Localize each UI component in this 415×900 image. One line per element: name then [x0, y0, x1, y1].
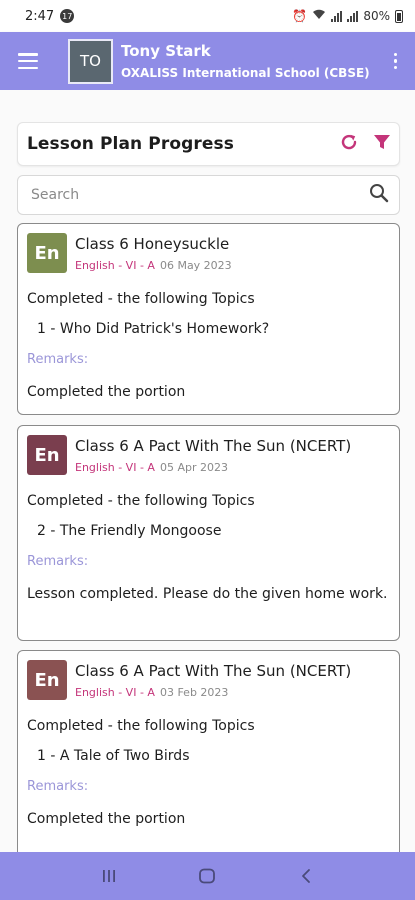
completed-label: Completed - the following Topics	[27, 493, 255, 509]
completed-label: Completed - the following Topics	[27, 291, 255, 307]
class-name: Class 6 A Pact With The Sun (NCERT)	[75, 662, 352, 680]
remarks-label: Remarks:	[27, 554, 89, 569]
subject-label: English - VI - A	[75, 461, 155, 474]
user-name: Tony Stark	[121, 42, 211, 60]
notification-count-badge: 17	[60, 9, 75, 23]
school-name: OXALISS International School (CBSE)	[121, 66, 370, 80]
refresh-icon[interactable]	[339, 132, 359, 156]
completed-label: Completed - the following Topics	[27, 718, 255, 734]
remarks-text: Completed the portion	[27, 811, 186, 827]
avatar[interactable]: TO	[68, 38, 113, 84]
remarks-text: Completed the portion	[27, 384, 186, 400]
lesson-date: 03 Feb 2023	[159, 686, 229, 699]
remarks-text: Lesson completed. Please do the given ho…	[27, 586, 388, 602]
filter-icon[interactable]	[373, 133, 391, 155]
remarks-label: Remarks:	[27, 352, 89, 367]
class-name: Class 6 Honeysuckle	[75, 235, 230, 253]
subject-label: English - VI - A	[75, 259, 155, 272]
wifi-icon	[312, 9, 326, 23]
lesson-date: 06 May 2023	[159, 259, 232, 272]
lesson-card[interactable]: En Class 6 Honeysuckle English - VI - A 0…	[17, 223, 400, 415]
lesson-card[interactable]: En Class 6 A Pact With The Sun (NCERT) E…	[17, 425, 400, 641]
battery-percentage: 80%	[363, 9, 390, 23]
recent-apps-icon[interactable]	[89, 861, 129, 891]
title-card: Lesson Plan Progress	[17, 122, 400, 166]
lesson-date: 05 Apr 2023	[159, 461, 228, 474]
search-icon[interactable]	[369, 183, 389, 207]
app-bar: TO Tony Stark OXALISS International Scho…	[0, 32, 415, 90]
topic-item: 1 - Who Did Patrick's Homework?	[37, 321, 270, 337]
more-options-icon[interactable]	[390, 49, 402, 74]
main-content: Lesson Plan Progress Search En Class 6 H…	[0, 90, 415, 852]
back-icon[interactable]	[286, 861, 326, 891]
alarm-icon: ⏰	[292, 9, 308, 23]
class-name: Class 6 A Pact With The Sun (NCERT)	[75, 437, 352, 455]
menu-icon[interactable]	[18, 53, 38, 69]
home-icon[interactable]	[187, 861, 227, 891]
user-info: Tony Stark OXALISS International School …	[121, 42, 370, 80]
search-input[interactable]	[31, 187, 369, 203]
status-bar: 2:47 17 ⏰ 80%	[0, 0, 415, 32]
search-box	[17, 175, 400, 215]
topic-item: 1 - A Tale of Two Birds	[37, 748, 190, 764]
lesson-card[interactable]: En Class 6 A Pact With The Sun (NCERT) E…	[17, 650, 400, 852]
signal-icon	[331, 10, 343, 22]
status-time: 2:47	[25, 8, 55, 24]
page-title: Lesson Plan Progress	[27, 134, 234, 154]
signal-icon-2	[347, 10, 359, 22]
subject-label: English - VI - A	[75, 686, 155, 699]
subject-icon: En	[27, 660, 67, 700]
subject-icon: En	[27, 435, 67, 475]
topic-item: 2 - The Friendly Mongoose	[37, 523, 222, 539]
battery-icon	[395, 9, 403, 23]
system-nav-bar	[0, 852, 415, 900]
subject-icon: En	[27, 233, 67, 273]
remarks-label: Remarks:	[27, 779, 89, 794]
